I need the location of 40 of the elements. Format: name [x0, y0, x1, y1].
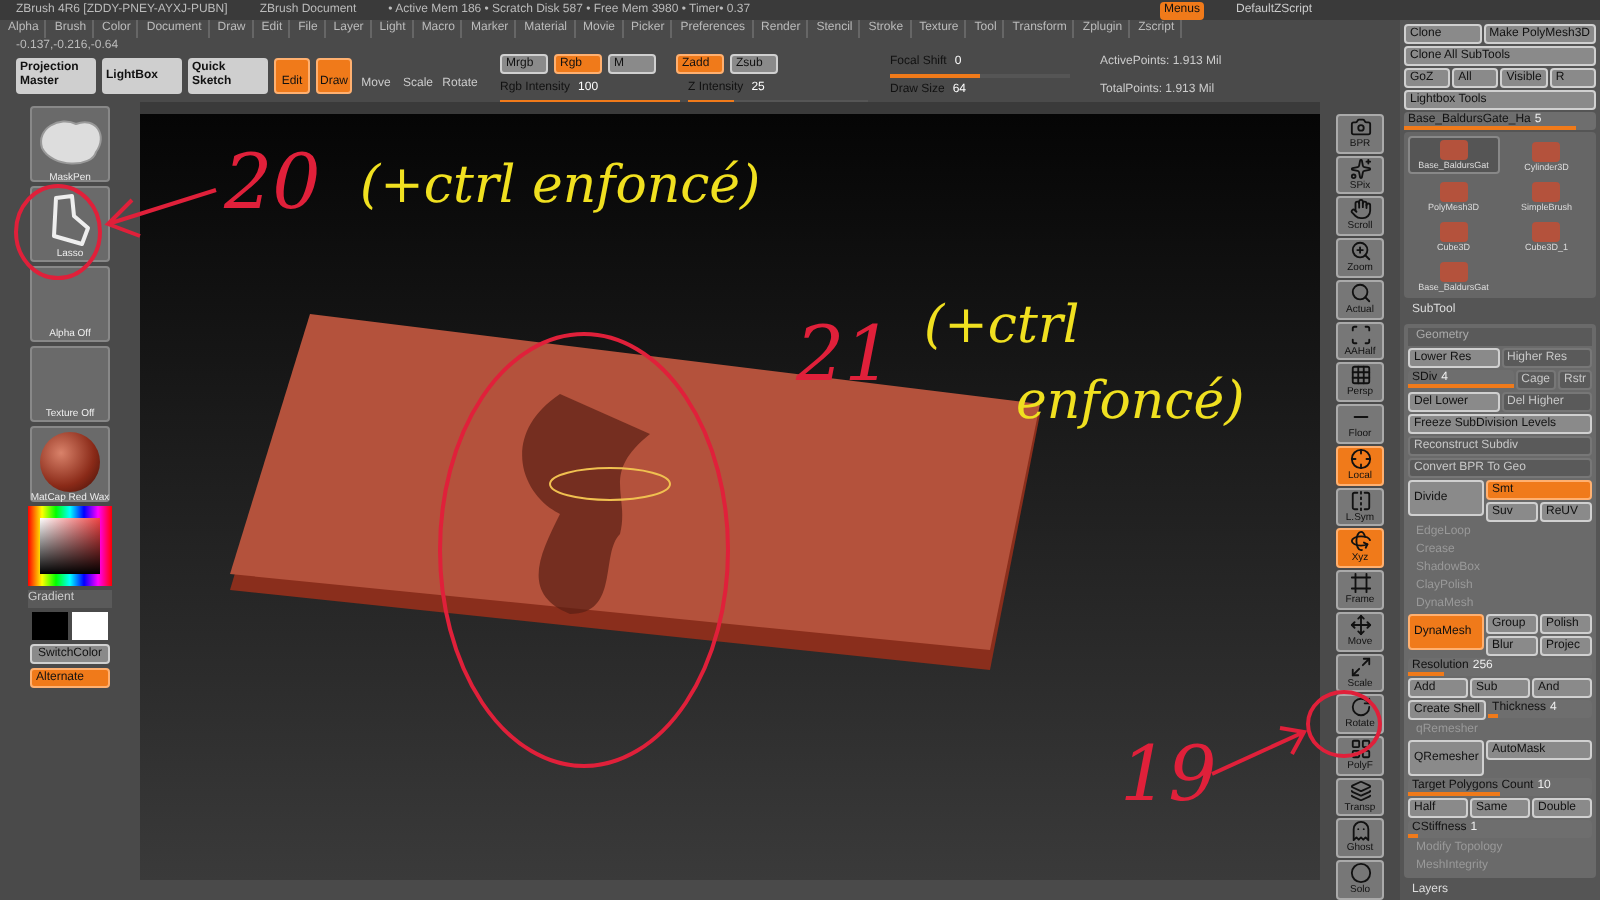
- grid-icon: [1349, 738, 1371, 761]
- scale-icon: [1349, 655, 1371, 678]
- handwritten-note: 21: [796, 316, 893, 392]
- tool-preview: [1439, 140, 1468, 160]
- annotation-circle: [1306, 690, 1382, 758]
- circle-icon: [1349, 862, 1371, 885]
- lasso-icon: [48, 192, 92, 248]
- tool-preview: [1439, 262, 1468, 282]
- annotation-arrow: [104, 188, 218, 238]
- tool-preview: [1532, 222, 1561, 242]
- handwritten-note: enfoncé): [1016, 376, 1245, 428]
- crosshair-icon: [1349, 447, 1371, 470]
- camera-icon: [1349, 116, 1371, 138]
- layers-icon: [1349, 779, 1371, 802]
- main-color-swatch[interactable]: [32, 612, 68, 640]
- tool-preview: [1532, 182, 1561, 202]
- ghost-icon: [1349, 820, 1371, 843]
- tool-preview: [1439, 222, 1468, 242]
- scan-icon: [1349, 323, 1371, 346]
- rotate-3d-icon: [1349, 530, 1371, 553]
- annotation-arrow: [1210, 726, 1308, 776]
- handwritten-note: (+ctrl: [924, 300, 1080, 352]
- handwritten-note: 20: [224, 144, 321, 220]
- zoom-icon: [1349, 240, 1371, 263]
- annotation-circle: [14, 184, 102, 280]
- rotate-icon: [1349, 696, 1371, 719]
- canvas[interactable]: [140, 102, 1320, 880]
- hand-icon: [1349, 198, 1371, 221]
- move-icon: [1349, 613, 1371, 636]
- handwritten-note: 19: [1120, 736, 1217, 812]
- sparkle-icon: [1349, 157, 1371, 180]
- mirror-icon: [1349, 489, 1371, 512]
- search-icon: [1349, 281, 1371, 304]
- grid-icon: [1349, 364, 1371, 387]
- handwritten-note: (+ctrl enfoncé): [360, 160, 761, 212]
- tool-preview: [1532, 142, 1561, 162]
- color-picker[interactable]: [28, 506, 112, 586]
- secondary-color-swatch[interactable]: [72, 612, 108, 640]
- tool-preview: [1439, 182, 1468, 202]
- frame-icon: [1349, 572, 1371, 595]
